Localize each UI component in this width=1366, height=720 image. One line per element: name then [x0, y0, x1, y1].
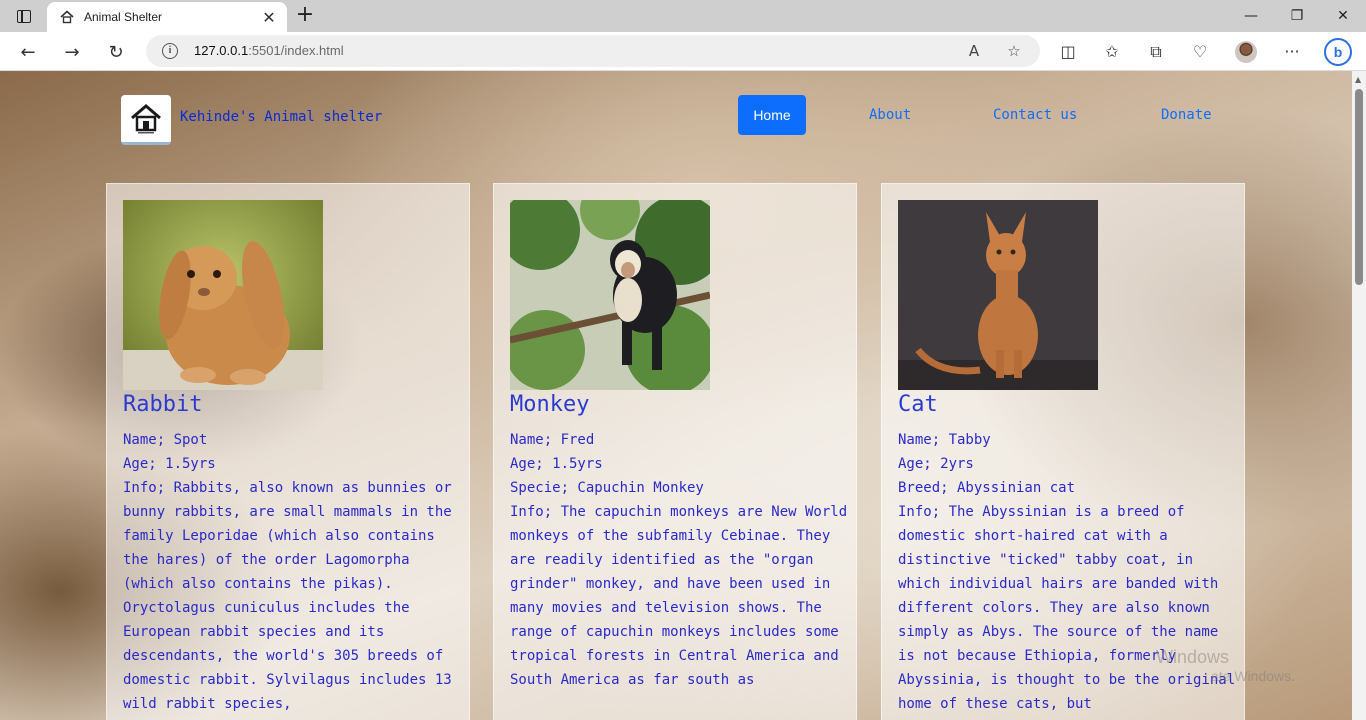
card-line: Info; The capuchin monkeys are New World… [510, 504, 848, 688]
url-text: 127.0.0.1:5501/index.html [194, 43, 344, 58]
browser-tab-bar: Animal Shelter ✕ + — ❐ ✕ [0, 0, 1366, 32]
new-tab-icon[interactable]: + [294, 4, 316, 27]
collections-icon[interactable]: ⧉ [1145, 41, 1167, 63]
card-line: Info; Rabbits, also known as bunnies or … [123, 480, 452, 712]
page-scrollbar[interactable]: ▲ [1352, 71, 1366, 720]
favorites-icon[interactable]: ✩ [1101, 41, 1123, 63]
card-line: Age; 1.5yrs [123, 456, 216, 472]
rabbit-photo [123, 200, 323, 390]
minimize-icon[interactable]: — [1228, 0, 1274, 32]
forward-arrow-icon[interactable]: → [58, 38, 86, 66]
scroll-up-icon[interactable]: ▲ [1355, 75, 1361, 84]
site-info-icon[interactable]: i [162, 43, 178, 59]
card-details: Name; Spot Age; 1.5yrs Info; Rabbits, al… [123, 428, 463, 716]
restore-icon[interactable]: ❐ [1274, 0, 1320, 32]
nav-donate-link[interactable]: Donate [1161, 95, 1212, 135]
address-bar[interactable]: i 127.0.0.1:5501/index.html A ☆ [146, 35, 1040, 67]
animal-card-cat: Cat Name; Tabby Age; 2yrs Breed; Abyssin… [881, 183, 1245, 720]
card-details: Name; Fred Age; 1.5yrs Specie; Capuchin … [510, 428, 850, 692]
animal-card-monkey: Monkey Name; Fred Age; 1.5yrs Specie; Ca… [493, 183, 857, 720]
read-aloud-icon[interactable]: A [964, 41, 984, 61]
windows-activation-watermark: Windows ate Windows. [1156, 647, 1296, 684]
card-title: Cat [898, 392, 938, 417]
page-viewport: Kehinde's Animal shelter Home About Cont… [0, 71, 1352, 720]
tab-title: Animal Shelter [84, 10, 163, 24]
house-logo-icon [131, 103, 161, 133]
card-line: Specie; Capuchin Monkey [510, 480, 704, 496]
nav-contact-link[interactable]: Contact us [993, 95, 1077, 135]
favorite-star-icon[interactable]: ☆ [1004, 41, 1024, 61]
card-line: Age; 1.5yrs [510, 456, 603, 472]
close-window-icon[interactable]: ✕ [1320, 0, 1366, 32]
nav-about-link[interactable]: About [869, 95, 911, 135]
more-menu-icon[interactable]: ··· [1281, 41, 1303, 63]
house-favicon-icon [59, 9, 75, 25]
animal-card-rabbit: Rabbit Name; Spot Age; 1.5yrs Info; Rabb… [106, 183, 470, 720]
card-line: Name; Tabby [898, 432, 991, 448]
close-tab-icon[interactable]: ✕ [259, 7, 279, 27]
card-title: Monkey [510, 392, 590, 417]
browser-toolbar: ← → ↻ i 127.0.0.1:5501/index.html A ☆ ◫ … [0, 32, 1366, 71]
split-screen-icon[interactable]: ◫ [1057, 41, 1079, 63]
back-arrow-icon[interactable]: ← [14, 38, 42, 66]
card-line: Name; Spot [123, 432, 208, 448]
brand-name[interactable]: Kehinde's Animal shelter [180, 109, 382, 125]
bing-copilot-icon[interactable]: b [1324, 38, 1352, 66]
monkey-photo [510, 200, 710, 390]
tab-actions-icon[interactable] [10, 6, 38, 26]
card-line: Age; 2yrs [898, 456, 974, 472]
refresh-icon[interactable]: ↻ [102, 38, 130, 66]
card-line: Name; Fred [510, 432, 595, 448]
browser-tab[interactable]: Animal Shelter ✕ [47, 2, 287, 32]
cat-photo [898, 200, 1098, 390]
scrollbar-thumb[interactable] [1355, 89, 1363, 285]
card-line: Breed; Abyssinian cat [898, 480, 1076, 496]
nav-home-button[interactable]: Home [738, 95, 806, 135]
shelter-logo[interactable] [121, 95, 171, 145]
card-title: Rabbit [123, 392, 203, 417]
browser-essentials-icon[interactable]: ♡ [1189, 41, 1211, 63]
profile-avatar[interactable] [1235, 41, 1257, 63]
